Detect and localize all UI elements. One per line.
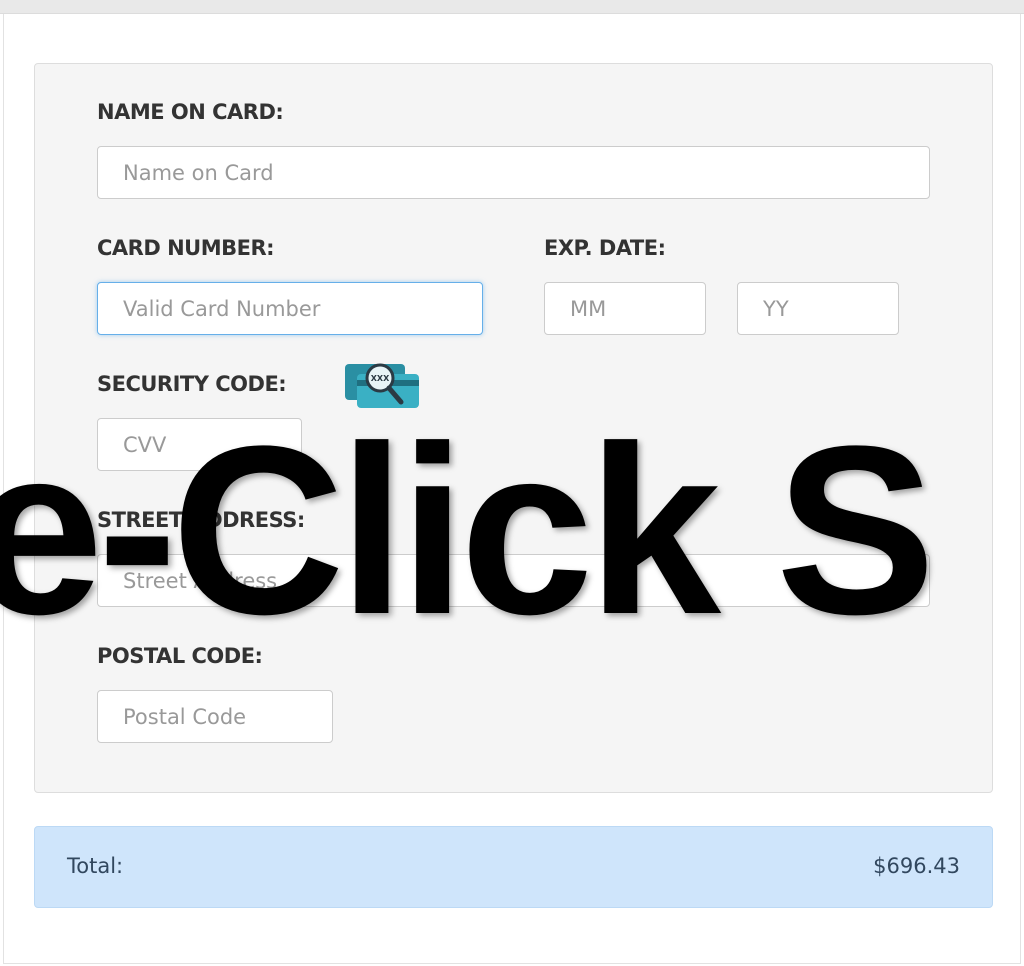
cvv-input[interactable] [97, 418, 302, 471]
postal-code-input[interactable] [97, 690, 333, 743]
card-magnifier-icon: XXX [345, 363, 419, 408]
name-on-card-label: NAME ON CARD: [97, 100, 284, 124]
payment-form-panel: NAME ON CARD: CARD NUMBER: EXP. DATE: SE… [34, 63, 993, 793]
card-number-label: CARD NUMBER: [97, 236, 275, 260]
card-number-input[interactable] [97, 282, 483, 335]
total-summary-bar: Total: $696.43 [34, 826, 993, 908]
exp-year-input[interactable] [737, 282, 899, 335]
street-address-label: STREET ADDRESS: [97, 508, 305, 532]
total-label: Total: [67, 854, 124, 878]
total-value: $696.43 [873, 854, 960, 878]
street-address-input[interactable] [97, 554, 930, 607]
browser-top-bar [0, 0, 1024, 14]
security-code-label: SECURITY CODE: [97, 372, 287, 396]
name-on-card-input[interactable] [97, 146, 930, 199]
exp-date-label: EXP. DATE: [544, 236, 666, 260]
security-icon-text: XXX [371, 374, 390, 383]
postal-code-label: POSTAL CODE: [97, 644, 263, 668]
exp-month-input[interactable] [544, 282, 706, 335]
